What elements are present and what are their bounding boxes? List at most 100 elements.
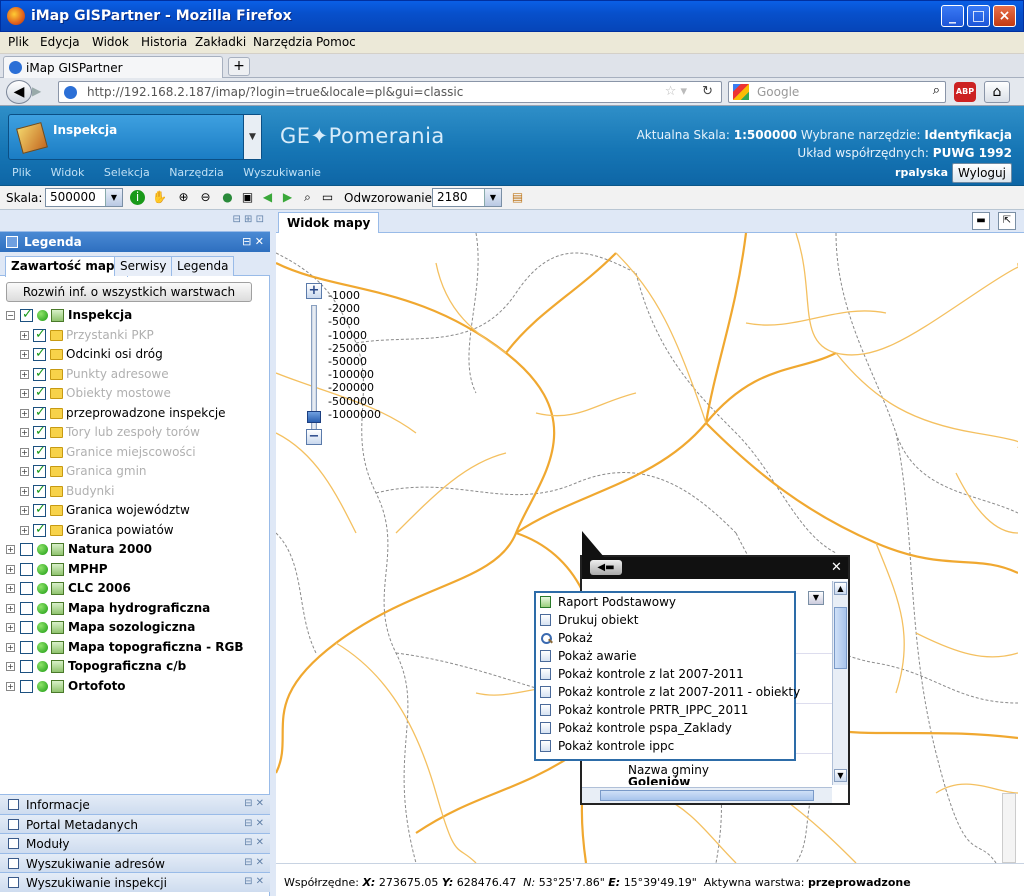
tree-node-child[interactable]: + Punkty adresowe [6,366,266,386]
zoom-slider-thumb[interactable] [307,411,321,423]
bookmark-star-icon[interactable]: ☆ ▾ [665,84,687,99]
layer-checkbox[interactable] [20,601,33,615]
back-arrow-icon[interactable]: ◀ [6,80,32,104]
tree-node-child[interactable]: + Granica województw [6,502,266,522]
next-extent-icon[interactable]: ▶ [280,190,295,205]
menu-widok[interactable]: Widok [92,35,129,49]
expand-icon[interactable]: + [20,408,29,418]
zoom-scale-label[interactable]: -200000 [328,381,381,394]
tree-node-group[interactable]: + CLC 2006 [6,580,266,600]
site-identity-icon[interactable] [64,86,77,99]
previous-extent-icon[interactable]: ◀ [260,190,275,205]
close-window-button[interactable]: × [993,5,1016,27]
comment-icon[interactable]: ▬ [972,212,990,230]
app-menu-plik[interactable]: Plik [12,166,31,179]
app-menu-widok[interactable]: Widok [51,166,85,179]
menu-item[interactable]: Pokaż [536,629,794,647]
expand-icon[interactable]: + [20,428,29,437]
layer-checkbox[interactable] [33,327,46,342]
scale-select[interactable]: 500000 ▼ [45,188,123,207]
expand-icon[interactable]: + [20,369,29,379]
menu-zakladki[interactable]: Zakładki [195,35,246,49]
zoom-scale-label[interactable]: -100000 [328,368,381,381]
info-icon[interactable]: i [130,190,145,205]
expand-icon[interactable]: + [6,584,15,593]
expand-icon[interactable]: + [20,486,29,496]
logout-button[interactable]: Wyloguj [952,163,1012,183]
menu-item[interactable]: Pokaż kontrole z lat 2007-2011 - obiekty [536,683,800,701]
panel-close-icon[interactable]: ⊟ ✕ [244,818,264,829]
panel-close-icon[interactable]: ⊟ ✕ [244,857,264,868]
menu-item[interactable]: Pokaż kontrole PRTR_IPPC_2011 [536,701,794,719]
close-icon[interactable]: ✕ [829,560,844,575]
url-text[interactable]: http://192.168.2.187/imap/?login=true&lo… [87,85,463,99]
url-bar[interactable]: http://192.168.2.187/imap/?login=true&lo… [58,81,722,103]
menu-item[interactable]: Pokaż kontrole z lat 2007-2011 [536,665,794,683]
layer-checkbox[interactable] [20,543,33,556]
select-rectangle-icon[interactable]: ▭ [320,190,335,205]
layer-checkbox[interactable] [20,660,33,673]
tab-legend[interactable]: Legenda [171,256,235,276]
panel-wyszukiwanie-inspekcji[interactable]: Wyszukiwanie inspekcji ⊟ ✕ [0,872,270,892]
layer-checkbox[interactable] [33,385,46,400]
tree-node-child[interactable]: + Obiekty mostowe [6,385,266,405]
maximize-button[interactable]: □ [967,5,990,27]
panel-moduly[interactable]: Moduły ⊟ ✕ [0,833,270,853]
vertical-scrollbar[interactable]: ▲ ▼ [832,581,848,785]
panel-close-icon[interactable]: ⊟ ✕ [244,876,264,887]
actions-dropdown-button[interactable]: ▼ [808,591,824,605]
tree-node-child[interactable]: + Tory lub zespoły torów [6,424,266,444]
expand-icon[interactable]: + [20,330,29,340]
map-canvas[interactable]: + − -1000 -2000 -5000 -10000 -25000 -50000 -10… [276,233,1018,863]
app-menu-narzedzia[interactable]: Narzędzia [169,166,224,179]
zoom-in-button[interactable]: + [306,283,322,299]
panel-informacje[interactable]: Informacje ⊟ ✕ [0,794,270,814]
tree-node-child[interactable]: + Przystanki PKP [6,327,266,347]
menu-item[interactable]: Pokaż kontrole pspa_Zaklady [536,719,794,737]
expand-icon[interactable]: + [20,350,29,359]
zoom-out-icon[interactable]: ⊖ [198,190,213,205]
tree-node-group[interactable]: + Topograficzna c/b [6,658,266,678]
zoom-scale-label[interactable]: -1000 [328,289,381,302]
new-tab-button[interactable]: + [228,57,250,76]
panel-portal-metadanych[interactable]: Portal Metadanych ⊟ ✕ [0,813,270,834]
layer-checkbox[interactable] [33,522,46,537]
google-icon[interactable] [733,84,749,100]
home-icon[interactable]: ⌂ [984,81,1010,103]
zoom-scale-label[interactable]: -1000000 [328,408,381,421]
zoom-scale-label[interactable]: -25000 [328,342,381,355]
tab-services[interactable]: Serwisy [114,256,173,276]
horizontal-scrollbar[interactable] [582,787,832,803]
projection-select[interactable]: 2180 ▼ [432,188,502,207]
tree-node-group[interactable]: + Mapa topograficzna - RGB [6,639,266,659]
tree-node-group[interactable]: + Ortofoto [6,678,266,698]
expand-icon[interactable]: + [20,506,29,515]
reload-icon[interactable]: ↻ [702,84,713,99]
scroll-down-icon[interactable]: ▼ [834,769,847,782]
popout-icon[interactable]: ⇱ [998,212,1016,230]
chevron-down-icon[interactable]: ▼ [105,189,122,206]
layer-checkbox[interactable] [20,562,33,576]
adblock-icon[interactable]: ABP [954,82,976,102]
menu-historia[interactable]: Historia [141,35,187,49]
layer-checkbox[interactable] [33,483,46,498]
layer-checkbox[interactable] [20,679,33,693]
app-menu-selekcja[interactable]: Selekcja [104,166,150,179]
tree-node-inspekcja[interactable]: − Inspekcja [6,307,266,327]
search-bar[interactable]: Google ⌕ [728,81,946,103]
zoom-in-icon[interactable]: ⊕ [176,190,191,205]
expand-icon[interactable]: + [6,681,15,691]
layer-checkbox[interactable] [33,366,46,381]
table-icon[interactable]: ▤ [510,190,525,205]
tree-node-child[interactable]: + Granica powiatów [6,522,266,542]
expand-icon[interactable]: + [6,603,15,613]
layer-checkbox[interactable] [33,405,46,420]
tree-node-child[interactable]: + Budynki [6,483,266,503]
expand-icon[interactable]: + [6,642,15,652]
tab-map-view[interactable]: Widok mapy [278,212,380,233]
back-arrow-icon[interactable]: ◀▬ [590,560,622,575]
tree-node-child[interactable]: + Odcinki osi dróg [6,346,266,366]
menu-item[interactable]: Drukuj obiekt [536,611,794,629]
minimize-button[interactable]: _ [941,5,964,27]
expand-icon[interactable]: + [6,564,15,574]
